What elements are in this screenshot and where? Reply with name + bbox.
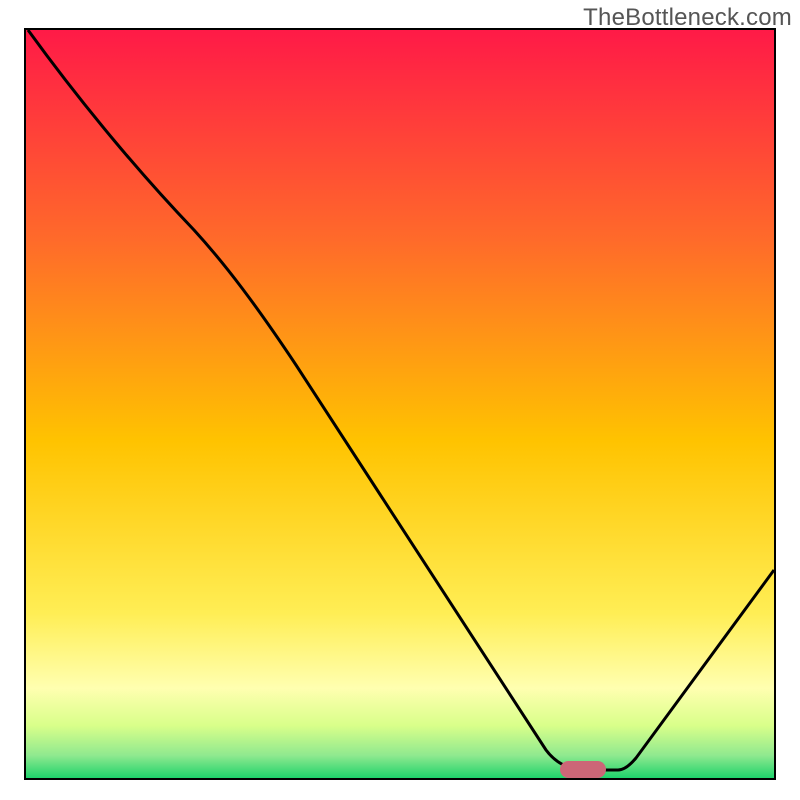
plot-area bbox=[26, 30, 774, 778]
chart-container: TheBottleneck.com bbox=[0, 0, 800, 800]
optimum-marker bbox=[560, 761, 606, 778]
bottleneck-curve bbox=[26, 30, 774, 778]
curve-path bbox=[28, 30, 774, 770]
plot-frame bbox=[24, 28, 776, 780]
